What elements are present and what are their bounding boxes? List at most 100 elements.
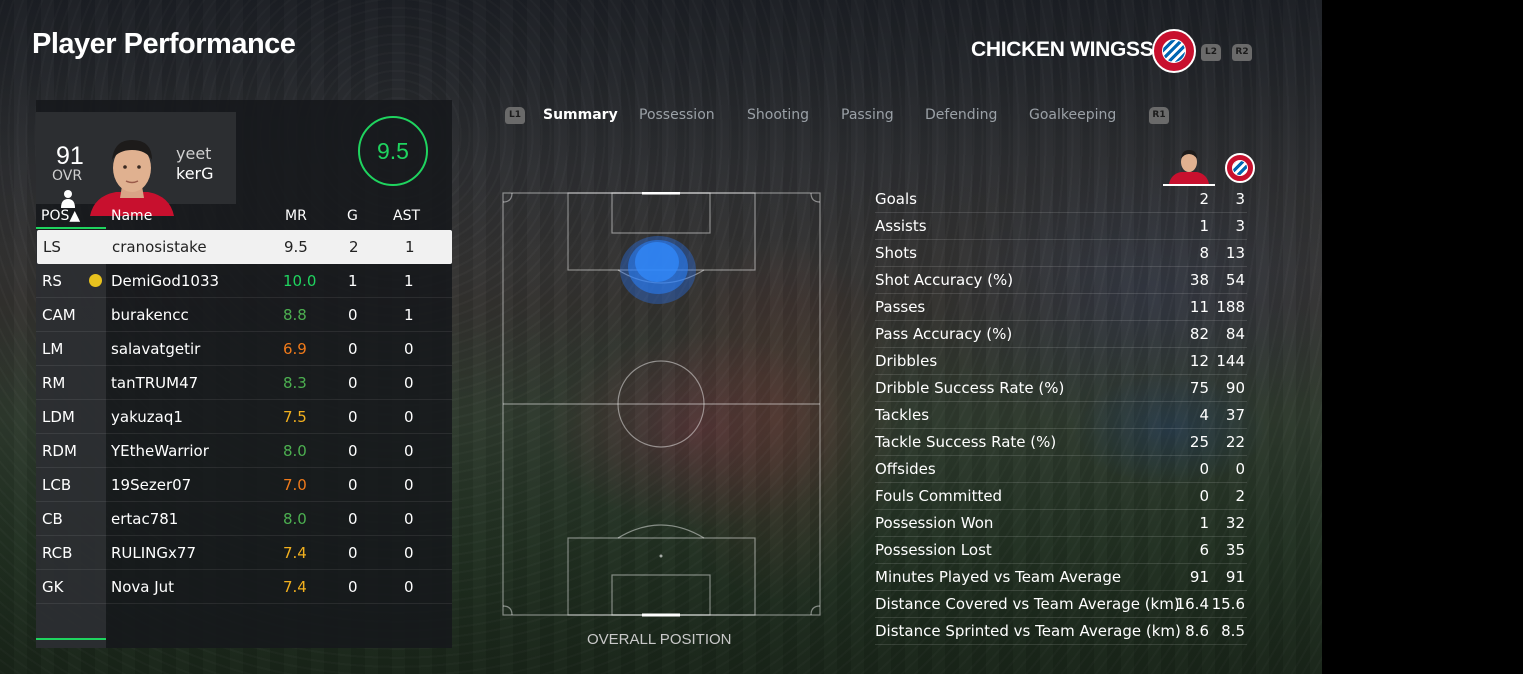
assists-cell: 0 xyxy=(404,340,414,358)
stat-row: Dribble Success Rate (%) 75 90 xyxy=(875,375,1247,402)
position-heatmap xyxy=(502,192,821,617)
l1-button-hint[interactable]: L1 xyxy=(505,107,525,124)
table-row[interactable]: CB ertac781 8.0 0 0 xyxy=(36,502,452,536)
assists-cell: 0 xyxy=(404,476,414,494)
tab-passing[interactable]: Passing xyxy=(841,107,894,123)
table-row[interactable]: RS DemiGod1033 10.0 1 1 xyxy=(36,264,452,298)
stat-label: Assists xyxy=(875,217,927,235)
tab-goalkeeping[interactable]: Goalkeeping xyxy=(1029,107,1116,123)
overall-position-label: OVERALL POSITION xyxy=(587,631,732,648)
player-value: 91 xyxy=(1189,568,1209,586)
table-row[interactable]: RCB RULINGx77 7.4 0 0 xyxy=(36,536,452,570)
match-rating-cell: 7.5 xyxy=(283,408,307,426)
name-cell: YEtheWarrior xyxy=(111,442,209,460)
table-row[interactable]: LDM yakuzaq1 7.5 0 0 xyxy=(36,400,452,434)
player-column-avatar xyxy=(1163,150,1215,186)
player-last-name: kerG xyxy=(176,164,214,183)
tab-possession[interactable]: Possession xyxy=(639,107,715,123)
team-value: 0 xyxy=(1235,460,1245,478)
assists-cell: 0 xyxy=(404,544,414,562)
r2-button-hint[interactable]: R2 xyxy=(1232,44,1252,61)
goals-cell: 0 xyxy=(348,578,358,596)
match-rating-ring: 9.5 xyxy=(358,116,428,186)
goals-header[interactable]: G xyxy=(347,208,358,224)
r1-button-hint[interactable]: R1 xyxy=(1149,107,1169,124)
name-cell: 19Sezer07 xyxy=(111,476,192,494)
table-row[interactable]: CAM burakencc 8.8 0 1 xyxy=(36,298,452,332)
stat-label: Distance Sprinted vs Team Average (km) xyxy=(875,622,1181,640)
name-cell: RULINGx77 xyxy=(111,544,196,562)
team-value: 22 xyxy=(1225,433,1245,451)
table-row[interactable]: LCB 19Sezer07 7.0 0 0 xyxy=(36,468,452,502)
table-row[interactable]: LM salavatgetir 6.9 0 0 xyxy=(36,332,452,366)
name-cell: DemiGod1033 xyxy=(111,272,220,290)
tab-summary[interactable]: Summary xyxy=(543,107,618,123)
player-value: 2 xyxy=(1199,190,1209,208)
assists-header[interactable]: AST xyxy=(393,208,420,224)
goals-cell: 0 xyxy=(348,340,358,358)
goals-cell: 0 xyxy=(348,476,358,494)
table-row[interactable]: GK Nova Jut 7.4 0 0 xyxy=(36,570,452,604)
stat-row: Goals 2 3 xyxy=(875,186,1247,213)
position-cell: CAM xyxy=(42,306,76,324)
position-cell: RDM xyxy=(42,442,77,460)
match-rating-cell: 8.0 xyxy=(283,442,307,460)
table-row[interactable]: LS cranosistake 9.5 2 1 xyxy=(37,230,452,264)
player-performance-panel: 91 OVR yeet kerG 9.5 POS▲ Name MR G AST … xyxy=(36,100,452,648)
player-value: 8.6 xyxy=(1185,622,1209,640)
match-rating-cell: 7.4 xyxy=(283,578,307,596)
goals-cell: 0 xyxy=(348,408,358,426)
page-title: Player Performance xyxy=(32,28,296,60)
sort-pos-header[interactable]: POS▲ xyxy=(41,208,80,224)
mr-header[interactable]: MR xyxy=(285,208,307,224)
player-value: 8 xyxy=(1199,244,1209,262)
player-value: 11 xyxy=(1189,298,1209,316)
goals-cell: 0 xyxy=(348,442,358,460)
player-value: 1 xyxy=(1199,217,1209,235)
assists-cell: 0 xyxy=(404,578,414,596)
stat-row: Shots 8 13 xyxy=(875,240,1247,267)
name-header[interactable]: Name xyxy=(111,208,152,224)
team-value: 144 xyxy=(1216,352,1245,370)
assists-cell: 1 xyxy=(405,238,415,256)
goals-cell: 1 xyxy=(348,272,358,290)
table-row[interactable]: RM tanTRUM47 8.3 0 0 xyxy=(36,366,452,400)
tab-shooting[interactable]: Shooting xyxy=(747,107,809,123)
stat-row: Distance Sprinted vs Team Average (km) 8.… xyxy=(875,618,1247,645)
player-value: 0 xyxy=(1199,487,1209,505)
stat-row: Tackles 4 37 xyxy=(875,402,1247,429)
match-rating-cell: 10.0 xyxy=(283,272,317,290)
l2-button-hint[interactable]: L2 xyxy=(1201,44,1221,61)
stat-label: Dribbles xyxy=(875,352,938,370)
stat-row: Dribbles 12 144 xyxy=(875,348,1247,375)
goal-ball-icon xyxy=(89,274,102,287)
position-cell: LM xyxy=(42,340,64,358)
player-value: 75 xyxy=(1189,379,1209,397)
team-value: 32 xyxy=(1225,514,1245,532)
team-value: 3 xyxy=(1235,190,1245,208)
position-cell: RCB xyxy=(42,544,73,562)
table-row[interactable]: RDM YEtheWarrior 8.0 0 0 xyxy=(36,434,452,468)
goals-cell: 0 xyxy=(348,374,358,392)
position-cell: GK xyxy=(42,578,64,596)
player-value: 1 xyxy=(1199,514,1209,532)
goals-cell: 0 xyxy=(348,510,358,528)
assists-cell: 0 xyxy=(404,510,414,528)
player-value: 4 xyxy=(1199,406,1209,424)
assists-cell: 1 xyxy=(404,306,414,324)
team-value: 54 xyxy=(1225,271,1245,289)
stat-label: Shots xyxy=(875,244,917,262)
player-card: 91 OVR yeet kerG xyxy=(36,112,236,216)
name-cell: ertac781 xyxy=(111,510,179,528)
tab-defending[interactable]: Defending xyxy=(925,107,997,123)
stat-label: Passes xyxy=(875,298,926,316)
heatmap-blob xyxy=(620,236,696,304)
player-first-name: yeet xyxy=(176,144,212,163)
match-rating-cell: 8.0 xyxy=(283,510,307,528)
stat-row: Possession Lost 6 35 xyxy=(875,537,1247,564)
position-cell: LDM xyxy=(42,408,75,426)
position-cell: CB xyxy=(42,510,63,528)
stat-label: Possession Lost xyxy=(875,541,992,559)
team-value: 35 xyxy=(1225,541,1245,559)
match-rating-cell: 9.5 xyxy=(284,238,308,256)
